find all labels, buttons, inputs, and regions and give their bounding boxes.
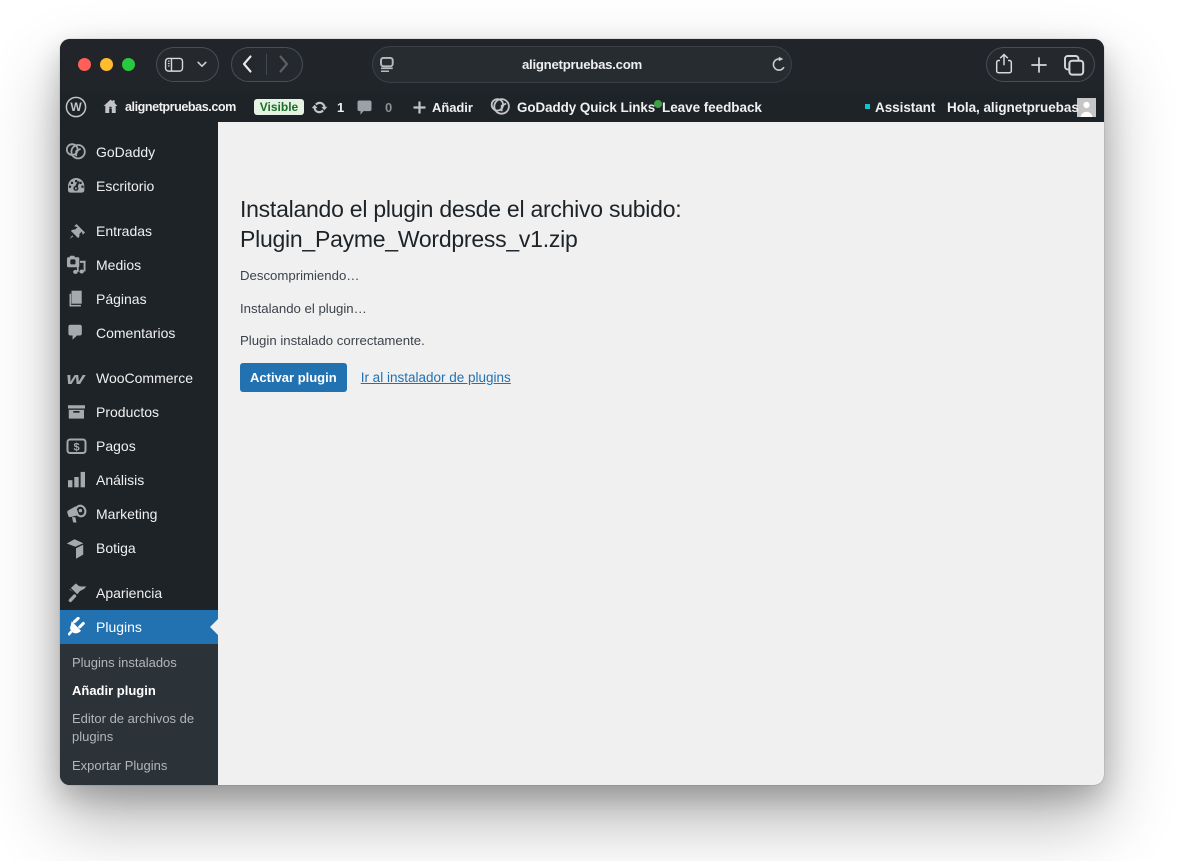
svg-text:W: W [70,100,82,114]
svg-text:$: $ [73,441,79,453]
svg-text:w: w [66,370,86,388]
